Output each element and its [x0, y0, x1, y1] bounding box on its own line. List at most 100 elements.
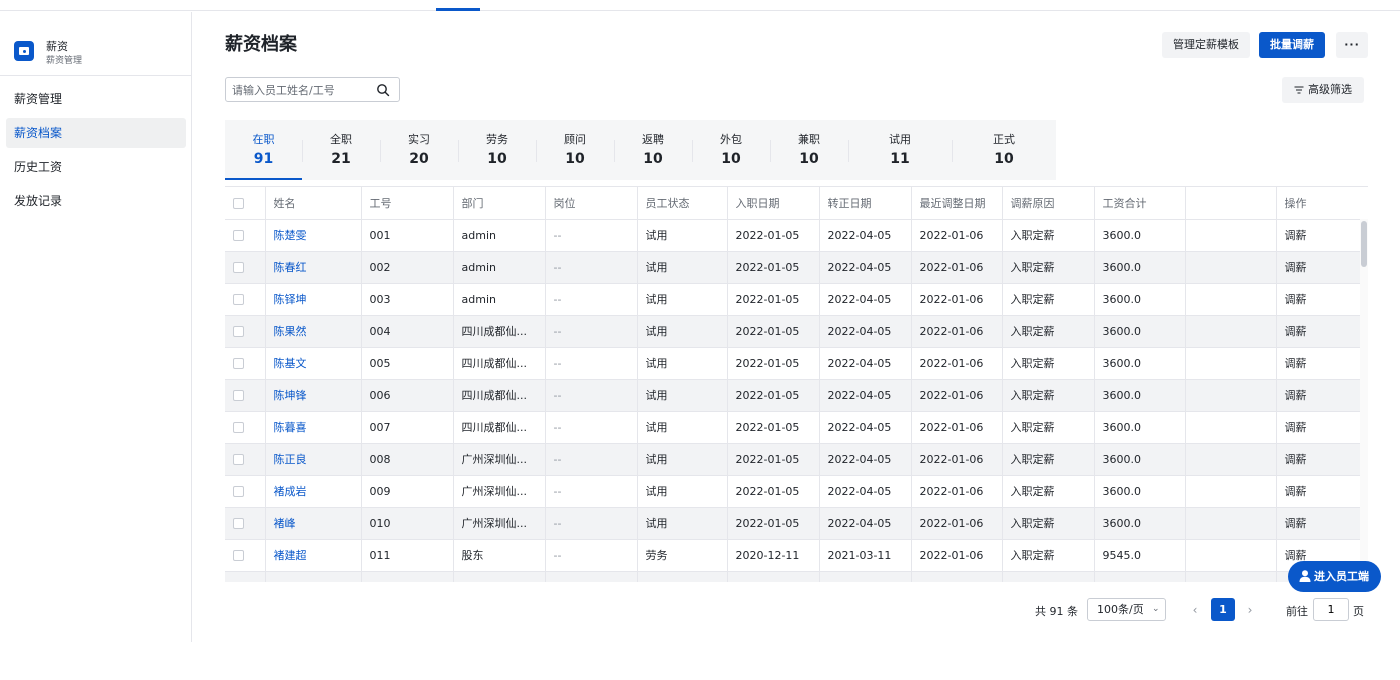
scrollbar-thumb[interactable] [1361, 221, 1367, 267]
cell-action[interactable]: 调薪 [1276, 347, 1360, 380]
cell-action[interactable]: 调薪 [1276, 379, 1360, 412]
row-select-cell [225, 315, 266, 348]
cell-action[interactable]: 调薪 [1276, 283, 1360, 316]
cell-name[interactable]: 陈正良 [265, 443, 362, 476]
cell-adjust-reason: 入职定薪 [1002, 251, 1095, 284]
table-row[interactable]: 陈铎坤 003 admin -- 试用 2022-01-05 2022-04-05 2022-… [225, 283, 1360, 316]
table-row[interactable]: 陈坤锋 006 四川成都仙... -- 试用 2022-01-05 2022-04-05 20… [225, 379, 1360, 412]
cell-action[interactable]: 调薪 [1276, 475, 1360, 508]
cell-action[interactable]: 调薪 [1276, 315, 1360, 348]
table-row[interactable] [225, 571, 1360, 582]
cell-extra [1185, 379, 1277, 412]
row-checkbox[interactable] [233, 390, 244, 401]
stat-tab-labor[interactable]: 劳务 10 [458, 120, 536, 180]
table-scrollbar[interactable] [1360, 219, 1368, 582]
cell-action[interactable]: 调薪 [1276, 507, 1360, 540]
table-row[interactable]: 褚峰 010 广州深圳仙... -- 试用 2022-01-05 2022-04-05 202… [225, 507, 1360, 540]
cell-department: admin [453, 251, 546, 284]
sidebar-item-salary-management[interactable]: 薪资管理 [6, 84, 186, 114]
sidebar-item-payout-records[interactable]: 发放记录 [6, 186, 186, 216]
row-checkbox[interactable] [233, 294, 244, 305]
stat-tab-consultant[interactable]: 顾问 10 [536, 120, 614, 180]
table-row[interactable]: 陈暮喜 007 四川成都仙... -- 试用 2022-01-05 2022-04-05 20… [225, 411, 1360, 444]
row-checkbox[interactable] [233, 486, 244, 497]
cell-employee-id: 011 [361, 539, 454, 572]
stat-tab-intern[interactable]: 实习 20 [380, 120, 458, 180]
row-checkbox[interactable] [233, 550, 244, 561]
cell-name[interactable] [265, 571, 362, 582]
select-all-checkbox[interactable] [233, 197, 244, 209]
stat-count: 10 [643, 151, 663, 167]
cell-action[interactable]: 调薪 [1276, 443, 1360, 476]
cell-last-adjust-date: 2022-01-06 [911, 219, 1003, 252]
stat-tab-outsourced[interactable]: 外包 10 [692, 120, 770, 180]
cell-name[interactable]: 褚峰 [265, 507, 362, 540]
batch-adjust-button[interactable]: 批量调薪 [1259, 32, 1325, 58]
cell-adjust-reason: 入职定薪 [1002, 315, 1095, 348]
cell-action[interactable]: 调薪 [1276, 219, 1360, 252]
stat-divider [536, 140, 537, 162]
cell-name[interactable]: 褚成岩 [265, 475, 362, 508]
cell-name[interactable]: 陈坤锋 [265, 379, 362, 412]
cell-name[interactable]: 陈果然 [265, 315, 362, 348]
cell-status: 试用 [637, 475, 728, 508]
page-size-select[interactable]: 100条/页 ⌄ [1087, 598, 1166, 621]
row-checkbox[interactable] [233, 422, 244, 433]
goto-page-input[interactable] [1313, 598, 1349, 621]
row-checkbox[interactable] [233, 454, 244, 465]
row-select-cell [225, 539, 266, 572]
table-row[interactable]: 陈楚雯 001 admin -- 试用 2022-01-05 2022-04-05 2022-… [225, 219, 1360, 252]
next-page-button[interactable]: › [1243, 600, 1257, 620]
stat-label: 劳务 [486, 133, 508, 146]
cell-name[interactable]: 褚建超 [265, 539, 362, 572]
cell-action[interactable]: 调薪 [1276, 251, 1360, 284]
manage-salary-template-button[interactable]: 管理定薪模板 [1162, 32, 1250, 58]
stat-tab-rehired[interactable]: 返聘 10 [614, 120, 692, 180]
sidebar-item-salary-archive[interactable]: 薪资档案 [6, 118, 186, 148]
cell-position: -- [545, 411, 638, 444]
table-row[interactable]: 褚建超 011 股东 -- 劳务 2020-12-11 2021-03-11 2022-01-… [225, 539, 1360, 572]
stat-tab-active-employees[interactable]: 在职 91 [225, 120, 302, 180]
more-actions-button[interactable]: ··· [1336, 32, 1368, 58]
row-checkbox[interactable] [233, 518, 244, 529]
search-icon[interactable] [376, 83, 390, 97]
table-row[interactable]: 陈果然 004 四川成都仙... -- 试用 2022-01-05 2022-04-05 20… [225, 315, 1360, 348]
row-select-cell [225, 507, 266, 540]
cell-position: -- [545, 539, 638, 572]
cell-salary-total: 3600.0 [1094, 347, 1186, 380]
table-row[interactable]: 褚成岩 009 广州深圳仙... -- 试用 2022-01-05 2022-04-05 20… [225, 475, 1360, 508]
cell-status: 劳务 [637, 539, 728, 572]
advanced-filter-button[interactable]: 高级筛选 [1282, 77, 1364, 103]
cell-name[interactable]: 陈基文 [265, 347, 362, 380]
prev-page-button[interactable]: ‹ [1188, 600, 1202, 620]
row-checkbox[interactable] [233, 358, 244, 369]
cell-name[interactable]: 陈暮喜 [265, 411, 362, 444]
row-checkbox[interactable] [233, 230, 244, 241]
cell-name[interactable]: 陈春红 [265, 251, 362, 284]
enter-employee-portal-button[interactable]: 进入员工端 [1288, 561, 1381, 592]
row-checkbox[interactable] [233, 262, 244, 273]
cell-department: admin [453, 283, 546, 316]
search-input[interactable] [232, 82, 372, 98]
table-row[interactable]: 陈春红 002 admin -- 试用 2022-01-05 2022-04-05 2022-… [225, 251, 1360, 284]
cell-salary-total [1094, 571, 1186, 582]
cell-name[interactable]: 陈铎坤 [265, 283, 362, 316]
table-row[interactable]: 陈正良 008 广州深圳仙... -- 试用 2022-01-05 2022-04-05 20… [225, 443, 1360, 476]
cell-action[interactable]: 调薪 [1276, 411, 1360, 444]
stat-tab-part-time[interactable]: 兼职 10 [770, 120, 848, 180]
cell-status: 试用 [637, 379, 728, 412]
table-row[interactable]: 陈基文 005 四川成都仙... -- 试用 2022-01-05 2022-04-05 20… [225, 347, 1360, 380]
stat-label: 在职 [252, 133, 275, 146]
cell-department: 四川成都仙... [453, 379, 546, 412]
cell-name[interactable]: 陈楚雯 [265, 219, 362, 252]
cell-adjust-reason: 入职定薪 [1002, 475, 1095, 508]
stat-tab-probation[interactable]: 试用 11 [848, 120, 952, 180]
stat-tab-regular[interactable]: 正式 10 [952, 120, 1056, 180]
column-header-adjust-reason: 调薪原因 [1002, 187, 1095, 220]
page-button-current[interactable]: 1 [1211, 598, 1235, 621]
stat-tab-full-time[interactable]: 全职 21 [302, 120, 380, 180]
sidebar-item-salary-history[interactable]: 历史工资 [6, 152, 186, 182]
cell-hire-date: 2022-01-05 [727, 315, 820, 348]
row-checkbox[interactable] [233, 326, 244, 337]
cell-adjust-reason: 入职定薪 [1002, 347, 1095, 380]
